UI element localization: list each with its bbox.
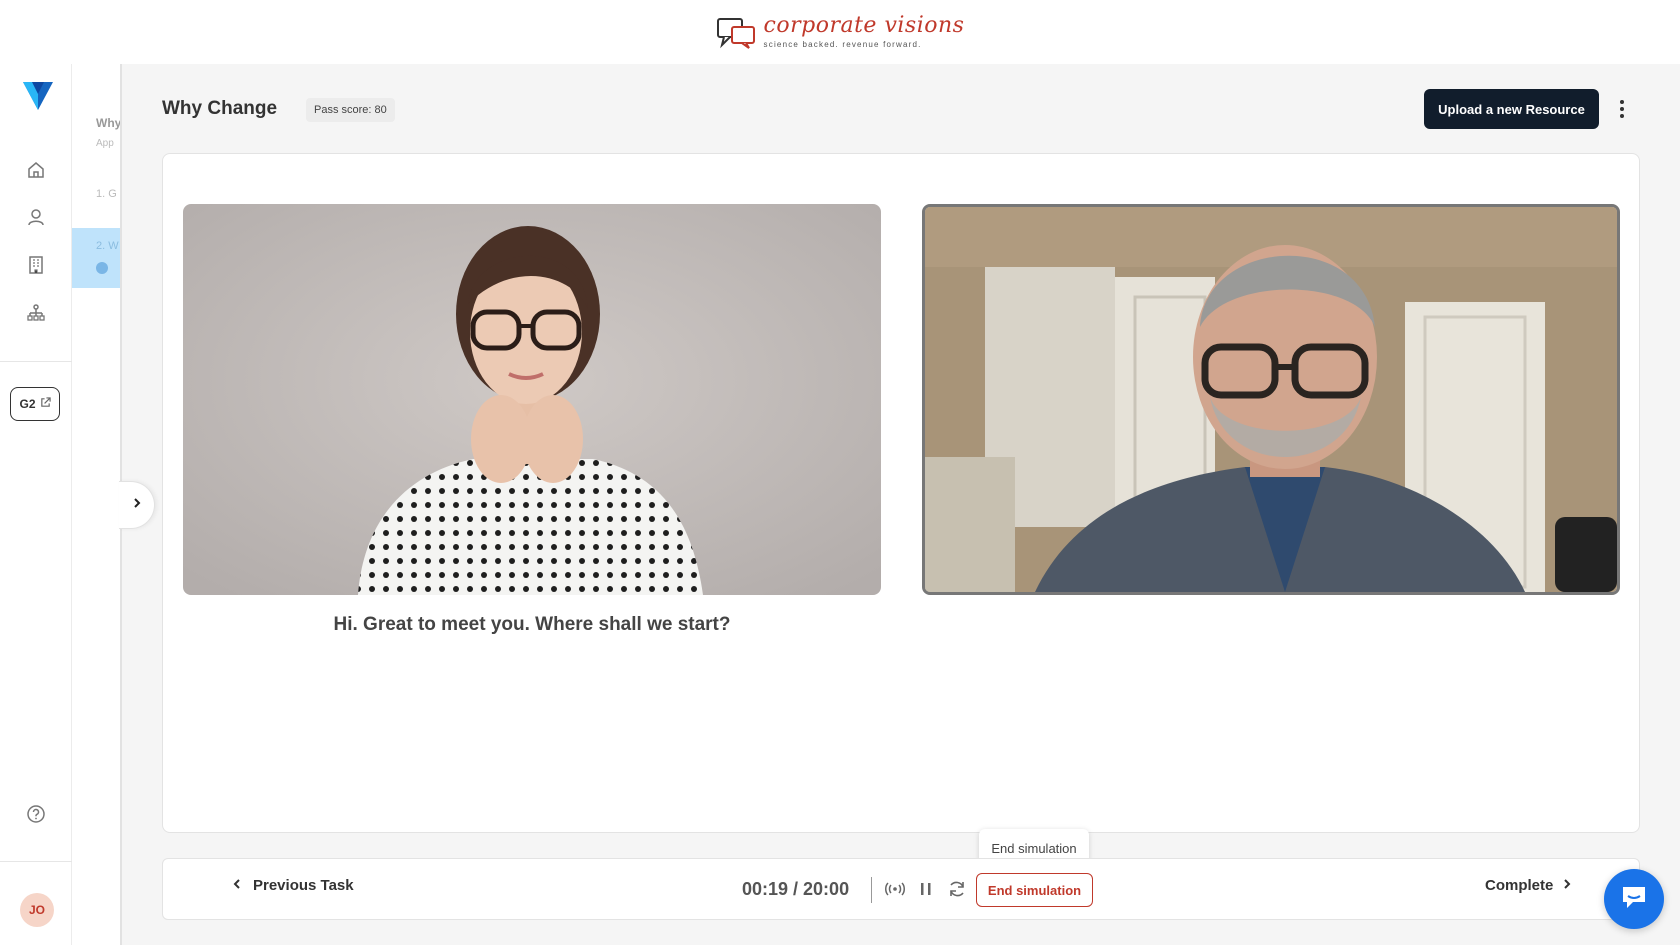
upload-resource-button[interactable]: Upload a new Resource (1424, 89, 1599, 129)
brand-tagline: science backed. revenue forward. (763, 40, 922, 49)
divider (871, 877, 872, 903)
previous-task-button[interactable]: Previous Task (233, 877, 354, 894)
end-simulation-button[interactable]: End simulation (976, 873, 1093, 907)
building-icon[interactable] (24, 253, 48, 277)
hierarchy-icon[interactable] (24, 301, 48, 325)
left-rail: G2 JO (0, 64, 72, 945)
panel-title: Why (96, 116, 122, 130)
pass-score-badge: Pass score: 80 (306, 98, 395, 122)
more-options-icon[interactable] (1612, 96, 1632, 122)
audio-broadcast-icon[interactable] (883, 877, 907, 901)
complete-button[interactable]: Complete (1485, 877, 1571, 894)
simulation-card: Hi. Great to meet you. Where shall we st… (162, 153, 1640, 833)
brand-logo: corporate visions science backed. revenu… (716, 15, 965, 49)
avatar[interactable]: JO (20, 893, 54, 927)
complete-label: Complete (1485, 877, 1554, 894)
user-webcam-video (922, 204, 1620, 595)
previous-task-label: Previous Task (253, 877, 354, 894)
panel-item-label: 2. W (96, 240, 119, 252)
simulation-timer: 00:19 / 20:00 (742, 879, 850, 899)
chat-icon (1619, 882, 1649, 917)
speech-bubbles-icon (716, 15, 758, 49)
app-logo[interactable] (22, 78, 54, 117)
chevron-right-icon (1563, 877, 1571, 894)
chevron-right-icon (132, 496, 142, 514)
panel-item-active[interactable]: 2. W (72, 228, 120, 288)
user-icon[interactable] (24, 205, 48, 229)
brand-name: corporate visions (763, 13, 965, 38)
rail-divider (0, 361, 72, 362)
pause-icon[interactable] (914, 877, 938, 901)
simulation-controls: Previous Task 00:19 / 20:00 End simulati… (162, 858, 1640, 920)
task-panel-collapsed: Why App 1. G 2. W (72, 64, 122, 945)
restart-icon[interactable] (945, 877, 969, 901)
home-icon[interactable] (24, 158, 48, 182)
panel-item[interactable]: 1. G (96, 188, 117, 200)
g2-label: G2 (19, 397, 36, 411)
g2-button[interactable]: G2 (10, 387, 60, 421)
page-title: Why Change (162, 98, 278, 119)
expand-panel-button[interactable] (119, 481, 155, 529)
rail-divider (0, 861, 72, 862)
help-icon[interactable] (24, 802, 48, 826)
persona-video (183, 204, 881, 595)
chat-launcher-button[interactable] (1604, 869, 1664, 929)
brand-bar: corporate visions science backed. revenu… (0, 0, 1680, 64)
panel-subtitle: App (96, 138, 114, 149)
external-link-icon (40, 397, 51, 411)
chevron-left-icon (233, 877, 241, 894)
status-dot-icon (96, 262, 108, 274)
persona-caption: Hi. Great to meet you. Where shall we st… (333, 614, 731, 635)
